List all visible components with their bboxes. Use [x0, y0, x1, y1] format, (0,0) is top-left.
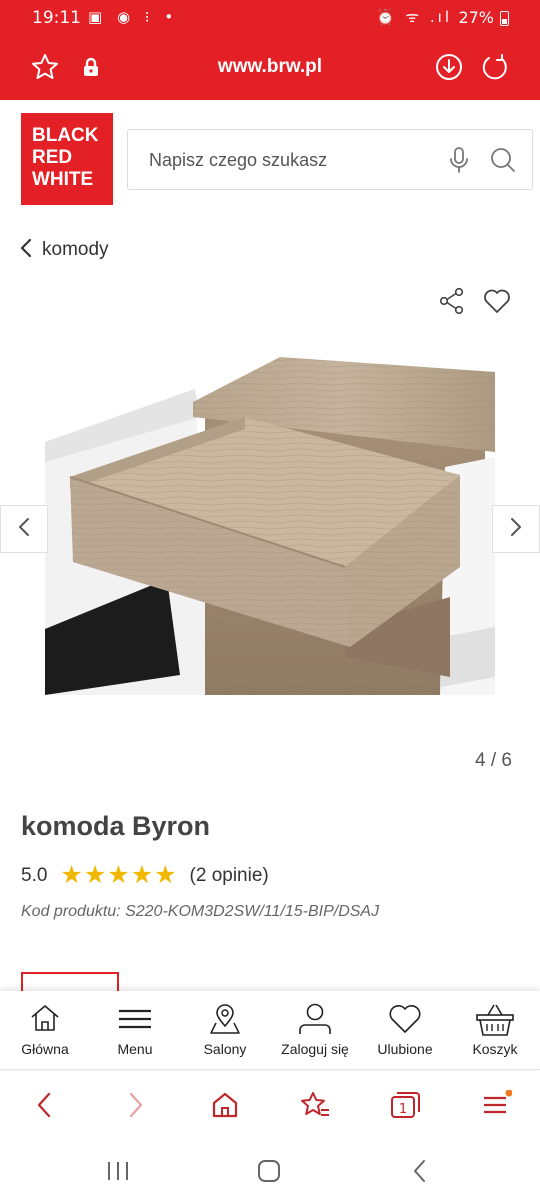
chevron-left-icon — [20, 238, 32, 263]
battery-percent: 27% — [458, 8, 494, 27]
logo-line-3: WHITE — [32, 169, 94, 190]
product-image[interactable] — [45, 357, 495, 695]
map-pin-icon — [180, 1003, 270, 1035]
tabs-count: 1 — [399, 1102, 407, 1117]
browser-chrome: 19:11 ▣ ◉ ⁝ • ⏰ ᯤ .ıl 27% www.brw.pl — [0, 0, 540, 100]
rating-stars: ★ ★ ★ ★ ★ — [60, 863, 177, 888]
nav-label: Koszyk — [472, 1041, 518, 1057]
nav-menu[interactable]: Menu — [90, 991, 180, 1070]
nav-salony[interactable]: Salony — [180, 991, 270, 1070]
gallery-counter: 4 / 6 — [475, 750, 512, 771]
download-icon[interactable] — [434, 52, 464, 82]
refresh-icon[interactable] — [480, 52, 510, 82]
url-bar[interactable]: www.brw.pl — [0, 40, 540, 94]
notification-icons: ▣ ◉ ⁝ • — [88, 8, 179, 26]
star-icon: ★ — [83, 861, 107, 889]
nav-label: Salony — [203, 1041, 247, 1057]
menu-icon[interactable] — [478, 1087, 514, 1123]
user-icon — [270, 1003, 360, 1035]
nav-label: Menu — [117, 1041, 153, 1057]
product-code: Kod produktu: S220-KOM3D2SW/11/15-BIP/DS… — [21, 903, 380, 920]
breadcrumb-label: komody — [42, 239, 109, 260]
search-icon[interactable] — [489, 146, 517, 179]
microphone-icon[interactable] — [448, 146, 470, 179]
reviews-count[interactable]: (2 opinie) — [190, 865, 269, 887]
home-circle-icon[interactable] — [249, 1156, 289, 1186]
dresser-illustration — [45, 357, 495, 695]
heart-icon — [360, 1003, 450, 1035]
product-title: komoda Byron — [21, 811, 211, 841]
nav-login[interactable]: Zaloguj się — [270, 991, 360, 1070]
tabs-icon[interactable]: 1 — [387, 1087, 423, 1123]
lock-icon — [76, 52, 106, 82]
search-input[interactable]: Napisz czego szukasz — [127, 129, 533, 190]
logo-line-1: BLACK — [32, 125, 99, 146]
nav-home[interactable]: Główna — [0, 991, 90, 1070]
breadcrumb[interactable]: komody — [20, 236, 109, 264]
chevron-right-icon — [509, 516, 523, 543]
bookmarks-icon[interactable] — [297, 1087, 333, 1123]
home-icon — [0, 1003, 90, 1033]
nav-label: Zaloguj się — [281, 1041, 349, 1057]
star-icon: ★ — [107, 861, 130, 889]
star-outline-icon[interactable] — [30, 52, 60, 82]
brand-logo[interactable]: BLACK RED WHITE — [21, 113, 113, 205]
basket-icon — [450, 1003, 540, 1037]
recent-apps-icon[interactable] — [98, 1156, 138, 1186]
heart-icon[interactable] — [482, 287, 512, 320]
share-icon[interactable] — [438, 287, 466, 320]
rating-value: 5.0 — [21, 864, 48, 886]
star-icon: ★ — [60, 861, 83, 889]
star-icon: ★ — [130, 861, 154, 889]
home-icon[interactable] — [207, 1087, 243, 1123]
forward-icon[interactable] — [118, 1087, 154, 1123]
back-icon[interactable] — [26, 1087, 62, 1123]
logo-line-2: RED — [32, 147, 73, 168]
hamburger-icon — [90, 1003, 180, 1033]
browser-toolbar: 1 — [0, 1072, 540, 1136]
status-time: 19:11 — [32, 8, 81, 28]
nav-label: Ulubione — [377, 1041, 433, 1057]
site-bottom-nav: Główna Menu Salony Zaloguj się Ulubione … — [0, 991, 540, 1070]
chevron-left-icon — [17, 516, 31, 543]
search-placeholder: Napisz czego szukasz — [149, 150, 328, 170]
battery-icon — [500, 11, 509, 26]
url-text[interactable]: www.brw.pl — [120, 56, 420, 78]
nav-label: Główna — [21, 1041, 69, 1057]
back-nav-icon[interactable] — [400, 1156, 440, 1186]
nav-favorites[interactable]: Ulubione — [360, 991, 450, 1070]
gallery-prev-button[interactable] — [0, 505, 48, 553]
gallery-next-button[interactable] — [492, 505, 540, 553]
star-icon: ★ — [154, 861, 177, 889]
system-nav-bar — [0, 1140, 540, 1204]
system-status-icons: ⏰ ᯤ .ıl — [375, 8, 452, 26]
nav-cart[interactable]: Koszyk — [450, 991, 540, 1070]
product-rating[interactable]: 5.0 ★ ★ ★ ★ ★ (2 opinie) — [21, 863, 269, 888]
status-bar: 19:11 ▣ ◉ ⁝ • ⏰ ᯤ .ıl 27% — [0, 0, 540, 36]
